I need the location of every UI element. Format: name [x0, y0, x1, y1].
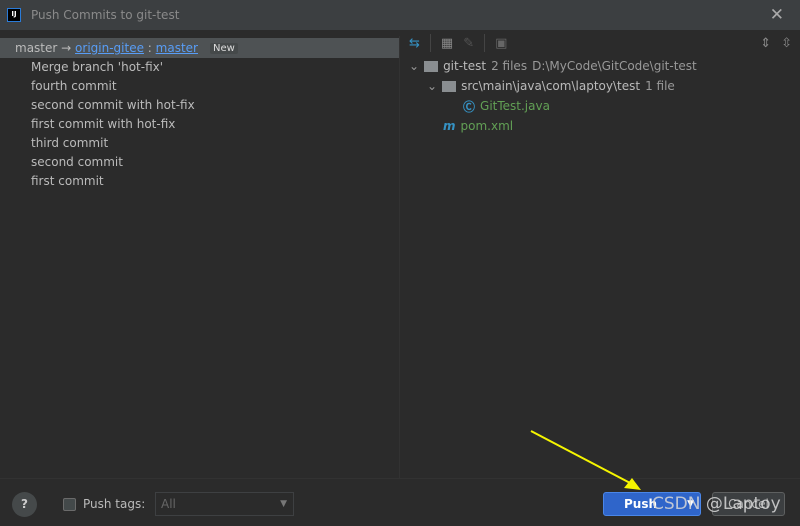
commit-item[interactable]: first commit [0, 172, 399, 191]
changes-panel: ⇆ ▦ ✎ ▣ ⇕ ⇳ ⌄ git-test 2 files D:\MyCode… [401, 30, 800, 478]
root-count: 2 files [491, 59, 528, 73]
push-label: Push [624, 497, 658, 511]
edit-icon[interactable]: ✎ [463, 36, 474, 51]
footer: ? Push tags: All ▼ Push ▼ Cancel [0, 478, 800, 526]
push-button[interactable]: Push ▼ [603, 492, 701, 516]
file-tree: ⌄ git-test 2 files D:\MyCode\GitCode\git… [401, 56, 800, 136]
changes-toolbar: ⇆ ▦ ✎ ▣ ⇕ ⇳ [401, 30, 800, 56]
close-icon[interactable]: ✕ [770, 5, 784, 25]
title-bar: IJ Push Commits to git-test ✕ [0, 0, 800, 30]
intellij-logo-icon: IJ [7, 8, 21, 22]
dropdown-arrow-icon[interactable]: ▼ [687, 493, 694, 515]
preview-icon[interactable]: ▣ [495, 36, 507, 51]
tags-select[interactable]: All ▼ [155, 492, 294, 516]
tree-folder[interactable]: ⌄ src\main\java\com\laptoy\test 1 file [401, 76, 800, 96]
push-tags-label: Push tags: [83, 497, 146, 511]
commit-item[interactable]: first commit with hot-fix [0, 115, 399, 134]
file-name: GitTest.java [480, 99, 550, 113]
branch-row[interactable]: master → origin-gitee : master New [0, 38, 399, 58]
commits-panel: master → origin-gitee : master New Merge… [0, 36, 400, 478]
divider [484, 34, 486, 52]
root-name: git-test [443, 59, 487, 73]
folder-count: 1 file [645, 79, 675, 93]
folder-name: src\main\java\com\laptoy\test [461, 79, 641, 93]
chevron-down-icon: ▼ [280, 499, 287, 509]
help-button[interactable]: ? [12, 492, 37, 517]
tree-file[interactable]: m pom.xml [401, 116, 800, 136]
expand-all-icon[interactable]: ⇕ [760, 36, 771, 51]
cancel-button[interactable]: Cancel [712, 492, 785, 516]
commit-item[interactable]: Merge branch 'hot-fix' [0, 58, 399, 77]
tree-root[interactable]: ⌄ git-test 2 files D:\MyCode\GitCode\git… [401, 56, 800, 76]
separator: : [147, 41, 152, 55]
remote-branch-link[interactable]: master [156, 41, 198, 55]
chevron-down-icon[interactable]: ⌄ [427, 79, 437, 93]
maven-icon: m [443, 119, 456, 133]
local-branch: master [15, 41, 58, 55]
window-title: Push Commits to git-test [31, 8, 180, 22]
commit-item[interactable]: fourth commit [0, 77, 399, 96]
arrow: → [61, 41, 72, 55]
tree-file[interactable]: Ⓒ GitTest.java [401, 96, 800, 116]
chevron-down-icon[interactable]: ⌄ [409, 59, 419, 73]
commit-item[interactable]: second commit [0, 153, 399, 172]
commit-item[interactable]: third commit [0, 134, 399, 153]
tags-select-value: All [161, 497, 176, 511]
remote-link[interactable]: origin-gitee [75, 41, 144, 55]
collapse-arrows-icon[interactable]: ⇆ [409, 36, 420, 51]
divider [429, 34, 431, 52]
push-tags-checkbox[interactable] [63, 498, 76, 511]
java-class-icon: Ⓒ [463, 99, 476, 114]
new-badge: New [210, 42, 238, 54]
root-path: D:\MyCode\GitCode\git-test [532, 59, 697, 73]
module-folder-icon [424, 60, 439, 72]
collapse-all-icon[interactable]: ⇳ [781, 36, 792, 51]
folder-icon [442, 80, 457, 92]
file-name: pom.xml [460, 119, 514, 133]
commit-item[interactable]: second commit with hot-fix [0, 96, 399, 115]
group-by-icon[interactable]: ▦ [441, 36, 453, 51]
